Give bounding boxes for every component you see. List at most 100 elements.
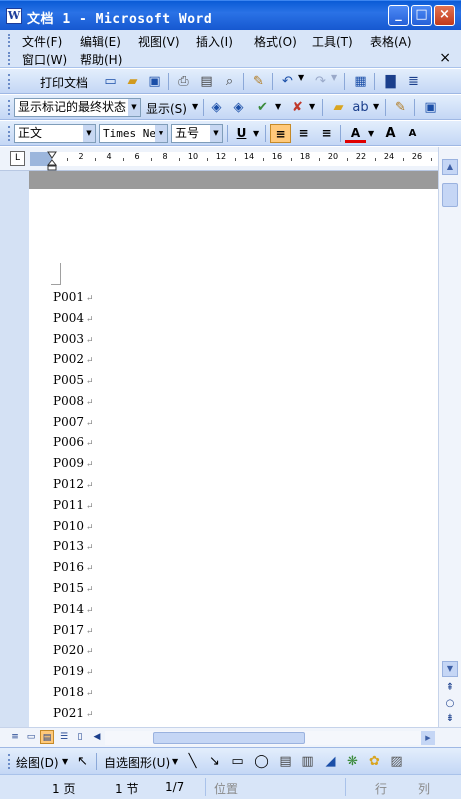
menu-window[interactable]: 窗口(W) [22, 51, 67, 68]
align-right-button[interactable]: ≡ [316, 124, 337, 143]
font-select[interactable]: Times New ▼ [99, 124, 168, 143]
document-line[interactable]: P018 ↵ [53, 685, 94, 699]
toolbar-grip[interactable] [8, 74, 10, 89]
draw-dropdown-icon[interactable]: ▼ [62, 757, 68, 766]
title-bar[interactable]: W 文档 1 - Microsoft Word _ □ × [0, 0, 461, 30]
previous-change-icon[interactable]: ◈ [208, 99, 225, 116]
print-layout-icon[interactable]: ▤ [40, 730, 54, 744]
oval-tool-icon[interactable]: ◯ [253, 753, 270, 770]
vertical-scrollbar[interactable]: ▲ ▼ ⇞ ○ ⇟ [438, 147, 461, 727]
reject-dropdown-icon[interactable]: ▼ [309, 102, 315, 111]
autoshapes-dropdown-icon[interactable]: ▼ [172, 757, 178, 766]
reviewing-pane-icon[interactable]: ▣ [422, 99, 439, 116]
insert-comment-icon[interactable]: ▰ [330, 99, 347, 116]
redo-icon[interactable]: ↷ [312, 73, 329, 90]
menu-format[interactable]: 格式(O) [254, 33, 297, 50]
word-app-icon[interactable]: W [6, 8, 22, 24]
print-icon[interactable]: ⎙ [175, 73, 192, 90]
insert-table-icon[interactable]: ▦ [352, 73, 369, 90]
next-page-icon[interactable]: ⇟ [444, 713, 456, 724]
print-document-button[interactable]: 打印文档 [40, 74, 88, 91]
font-color-dropdown-icon[interactable]: ▼ [368, 129, 374, 138]
document-line[interactable]: P017 ↵ [53, 623, 94, 637]
document-line[interactable]: P008 ↵ [53, 394, 94, 408]
wordart-icon[interactable]: ◢ [322, 753, 339, 770]
menu-help[interactable]: 帮助(H) [80, 51, 122, 68]
document-line[interactable]: P015 ↵ [53, 581, 94, 595]
document-line[interactable]: P021 ↵ [53, 706, 94, 720]
clip-art-icon[interactable]: ✿ [366, 753, 383, 770]
horizontal-scroll-thumb[interactable] [153, 732, 305, 744]
document-map-icon[interactable]: ▇ [382, 73, 399, 90]
normal-view-icon[interactable]: ≡ [8, 730, 22, 744]
document-line[interactable]: P010 ↵ [53, 519, 94, 533]
markup-display-select[interactable]: 显示标记的最终状态 ▼ [14, 98, 141, 117]
indent-marker-icon[interactable] [47, 151, 57, 171]
document-line[interactable]: P004 ↵ [53, 311, 94, 325]
highlight-dropdown-icon[interactable]: ▼ [373, 102, 379, 111]
document-line[interactable]: P002 ↵ [53, 352, 94, 366]
document-line[interactable]: P011 ↵ [53, 498, 94, 512]
show-dropdown-icon[interactable]: ▼ [192, 102, 198, 111]
text-box-icon[interactable]: ▤ [277, 753, 294, 770]
scroll-left-icon[interactable]: ◀ [90, 730, 104, 744]
document-line[interactable]: P019 ↵ [53, 664, 94, 678]
underline-button[interactable]: U [231, 124, 252, 143]
select-browse-object-icon[interactable]: ○ [444, 698, 456, 709]
scroll-right-icon[interactable]: ▶ [421, 731, 435, 745]
autoshapes-menu-button[interactable]: 自选图形(U) [104, 754, 170, 771]
document-line[interactable]: P007 ↵ [53, 415, 94, 429]
reject-change-icon[interactable]: ✘ [289, 99, 306, 116]
undo-dropdown-icon[interactable]: ▼ [298, 73, 304, 82]
diagram-icon[interactable]: ❋ [344, 753, 361, 770]
toolbar-grip[interactable] [8, 754, 10, 769]
new-document-icon[interactable]: ▭ [102, 73, 119, 90]
accept-change-icon[interactable]: ✔ [254, 99, 271, 116]
align-center-button[interactable]: ≡ [293, 124, 314, 143]
select-objects-icon[interactable]: ↖ [74, 753, 91, 770]
document-line[interactable]: P020 ↵ [53, 643, 94, 657]
redo-dropdown-icon[interactable]: ▼ [331, 73, 337, 82]
rectangle-tool-icon[interactable]: ▭ [229, 753, 246, 770]
show-markup-button[interactable]: 显示(S) [146, 100, 187, 117]
open-folder-icon[interactable]: ▰ [124, 73, 141, 90]
close-document-icon[interactable]: × [439, 50, 451, 66]
toolbar-grip[interactable] [8, 126, 10, 141]
toolbar-grip[interactable] [8, 100, 10, 115]
font-color-button[interactable]: A [345, 124, 366, 143]
menu-grip-2[interactable] [8, 52, 11, 65]
underline-dropdown-icon[interactable]: ▼ [253, 129, 259, 138]
menu-table[interactable]: 表格(A) [370, 33, 412, 50]
menu-grip[interactable] [8, 34, 11, 47]
format-painter-icon[interactable]: ✎ [250, 73, 267, 90]
document-line[interactable]: P001 ↵ [53, 290, 94, 304]
scroll-up-icon[interactable]: ▲ [442, 159, 458, 175]
document-line[interactable]: P006 ↵ [53, 435, 94, 449]
document-line[interactable]: P014 ↵ [53, 602, 94, 616]
save-icon[interactable]: ▣ [146, 73, 163, 90]
document-line[interactable]: P013 ↵ [53, 539, 94, 553]
document-line[interactable]: P003 ↵ [53, 332, 94, 346]
document-line[interactable]: P005 ↵ [53, 373, 94, 387]
minimize-button[interactable]: _ [388, 5, 409, 26]
font-size-select[interactable]: 五号 ▼ [171, 124, 223, 143]
draw-menu-button[interactable]: 绘图(D) [16, 754, 59, 771]
accept-dropdown-icon[interactable]: ▼ [275, 102, 281, 111]
align-justify-button[interactable]: ≡ [270, 124, 291, 143]
horizontal-ruler[interactable]: 2 4 6 8 10 12 14 16 18 20 22 24 26 [30, 152, 438, 166]
insert-picture-icon[interactable]: ▨ [388, 753, 405, 770]
menu-file[interactable]: 文件(F) [22, 33, 62, 50]
print-preview-icon[interactable]: ⌕ [221, 73, 238, 90]
tab-selector-button[interactable]: L [10, 151, 25, 166]
arrow-tool-icon[interactable]: ↘ [206, 753, 223, 770]
vertical-scroll-thumb[interactable] [442, 183, 458, 207]
show-formatting-icon[interactable]: ≣ [405, 73, 422, 90]
undo-icon[interactable]: ↶ [279, 73, 296, 90]
menu-tools[interactable]: 工具(T) [312, 33, 353, 50]
highlight-icon[interactable]: ab [352, 99, 369, 116]
menu-view[interactable]: 视图(V) [138, 33, 180, 50]
menu-insert[interactable]: 插入(I) [196, 33, 233, 50]
document-line[interactable]: P012 ↵ [53, 477, 94, 491]
style-select[interactable]: 正文 ▼ [14, 124, 96, 143]
document-line[interactable]: P016 ↵ [53, 560, 94, 574]
